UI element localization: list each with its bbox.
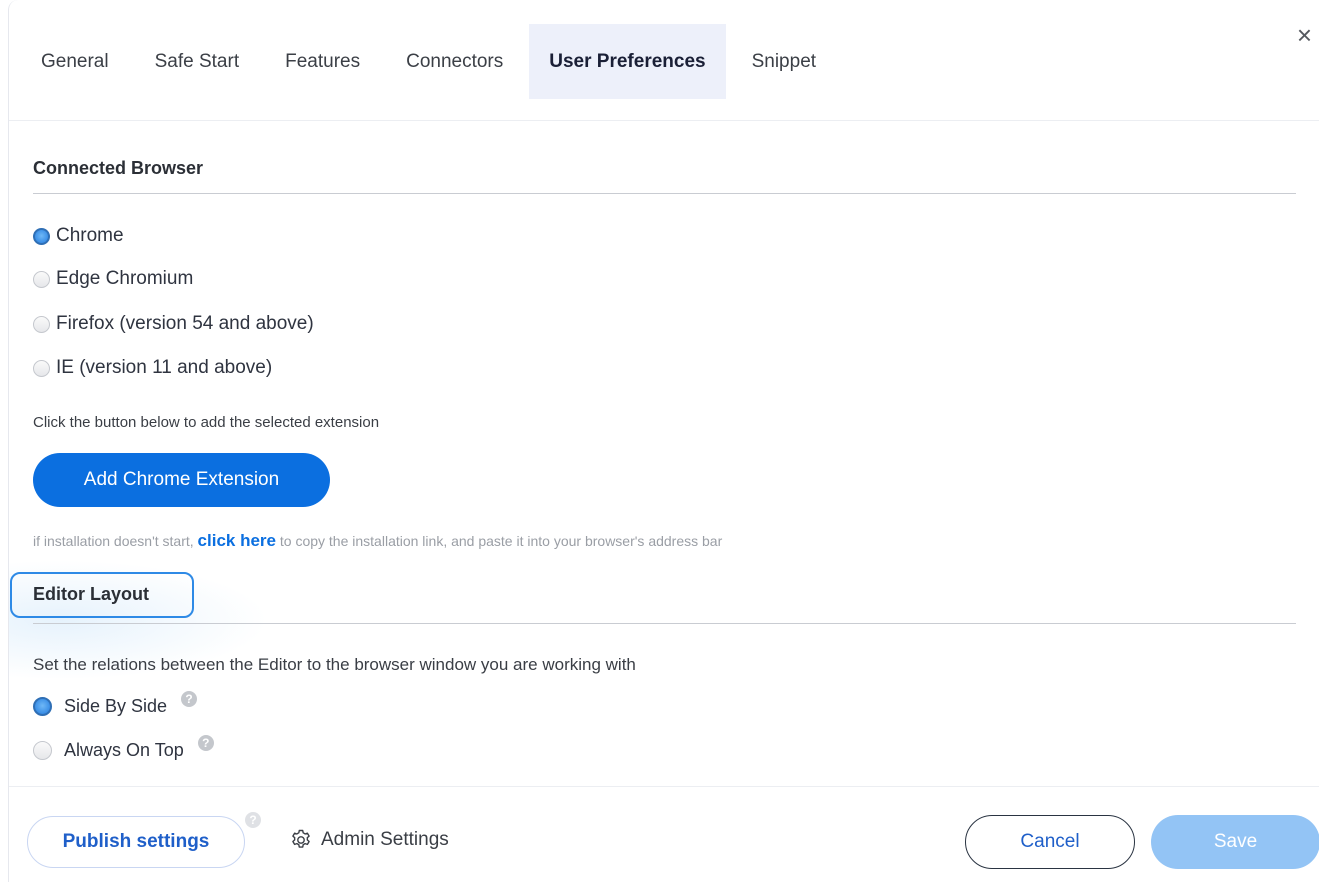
admin-settings-label: Admin Settings <box>321 829 449 850</box>
save-button[interactable]: Save <box>1151 815 1319 869</box>
tab-snippet[interactable]: Snippet <box>732 24 836 99</box>
editor-layout-description: Set the relations between the Editor to … <box>33 655 636 674</box>
radio-always-on-top[interactable]: Always On Top ? <box>33 734 214 761</box>
radio-button-checked[interactable] <box>33 227 50 245</box>
editor-layout-title: Editor Layout <box>33 584 149 604</box>
publish-settings-button[interactable]: Publish settings <box>27 816 245 868</box>
radio-label: Side By Side <box>64 696 168 716</box>
help-icon[interactable]: ? <box>181 690 198 707</box>
radio-button-checked[interactable] <box>33 697 52 716</box>
radio-firefox[interactable]: Firefox (version 54 and above) <box>33 313 314 335</box>
connected-browser-title: Connected Browser <box>33 158 204 178</box>
extension-hint: Click the button below to add the select… <box>33 414 380 431</box>
click-here-link[interactable]: click here <box>198 531 276 550</box>
admin-settings-button[interactable]: Admin Settings <box>289 828 449 852</box>
radio-button[interactable] <box>33 359 50 377</box>
radio-ie[interactable]: IE (version 11 and above) <box>33 357 272 379</box>
tab-bar: General Safe Start Features Connectors U… <box>21 24 842 99</box>
radio-side-by-side[interactable]: Side By Side ? <box>33 690 198 717</box>
radio-label: Chrome <box>56 225 124 246</box>
tab-connectors[interactable]: Connectors <box>386 24 523 99</box>
radio-button[interactable] <box>33 315 50 333</box>
radio-button[interactable] <box>33 741 52 760</box>
tab-safe-start[interactable]: Safe Start <box>135 24 260 99</box>
radio-label: Edge Chromium <box>56 268 194 289</box>
radio-button[interactable] <box>33 270 50 288</box>
help-icon[interactable]: ? <box>197 734 214 751</box>
radio-label: IE (version 11 and above) <box>56 357 273 378</box>
cancel-button[interactable]: Cancel <box>965 815 1135 869</box>
install-note-suffix: to copy the installation link, and paste… <box>279 533 723 549</box>
close-icon[interactable]: × <box>1297 22 1312 48</box>
tab-user-preferences[interactable]: User Preferences <box>529 24 726 99</box>
radio-chrome[interactable]: Chrome <box>33 225 124 247</box>
help-icon[interactable]: ? <box>245 812 261 828</box>
radio-edge-chromium[interactable]: Edge Chromium <box>33 268 193 290</box>
install-note-prefix: if installation doesn't start, <box>33 533 194 549</box>
radio-label: Firefox (version 54 and above) <box>56 313 314 334</box>
add-chrome-extension-button[interactable]: Add Chrome Extension <box>33 453 330 507</box>
radio-label: Always On Top <box>64 740 184 760</box>
footer-divider <box>9 786 1319 787</box>
gear-icon <box>292 829 310 848</box>
section-divider <box>33 623 1296 624</box>
tab-general[interactable]: General <box>21 24 129 99</box>
settings-dialog: × General Safe Start Features Connectors… <box>8 0 1319 882</box>
section-divider <box>33 193 1296 194</box>
tabs-divider <box>9 120 1319 121</box>
tab-features[interactable]: Features <box>265 24 380 99</box>
install-note: if installation doesn't start, click her… <box>33 531 722 551</box>
